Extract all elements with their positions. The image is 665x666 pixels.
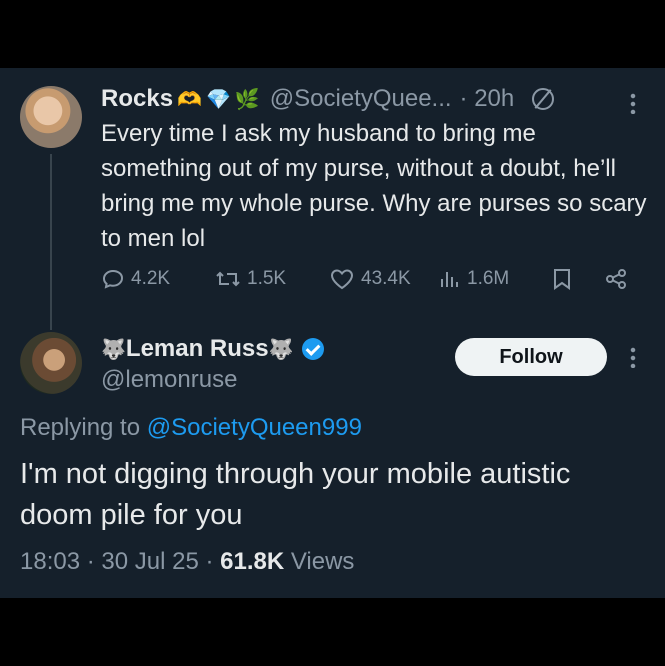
more-options-icon[interactable]	[630, 346, 636, 368]
tweet-meta: 18:03 · 30 Jul 25 · 61.8K Views	[20, 548, 354, 576]
display-name[interactable]: Rocks	[101, 85, 173, 113]
display-name[interactable]: Leman Russ	[126, 335, 269, 363]
more-options-icon[interactable]	[630, 92, 636, 114]
views-button[interactable]: 1.6M	[437, 264, 509, 294]
thread-line	[50, 154, 52, 330]
reply-icon	[102, 269, 124, 289]
bookmark-button[interactable]	[551, 264, 579, 294]
tweet-header: Rocks 🫶 💎 🌿 @SocietyQuee... · 20h	[101, 82, 555, 116]
retweet-button[interactable]: 1.5K	[215, 264, 286, 294]
share-button[interactable]	[604, 264, 634, 294]
reply-count: 4.2K	[131, 268, 171, 289]
user-handle[interactable]: @lemonruse	[101, 366, 237, 394]
gem-emoji-icon: 💎	[205, 88, 231, 111]
tweet-timestamp[interactable]: · 20h	[460, 85, 515, 113]
tweet-card: Rocks 🫶 💎 🌿 @SocietyQuee... · 20h Every …	[0, 68, 665, 598]
herb-emoji-icon: 🌿	[234, 88, 260, 111]
grok-icon[interactable]	[532, 88, 555, 110]
wolf-emoji-icon: 🐺	[101, 338, 126, 361]
views-count: 61.8K	[220, 548, 285, 575]
replying-label: Replying to	[20, 414, 147, 441]
tweet-timestamp[interactable]: 18:03 · 30 Jul 25 ·	[20, 548, 220, 575]
views-label: Views	[284, 548, 355, 575]
user-handle[interactable]: @SocietyQuee...	[270, 85, 452, 113]
tweet-actions: 4.2K 1.5K 43.4K 1.6M	[101, 264, 641, 294]
replying-handle-link[interactable]: @SocietyQueen999	[147, 414, 362, 441]
views-count: 1.6M	[467, 268, 510, 289]
replying-to: Replying to @SocietyQueen999	[20, 414, 362, 442]
like-count: 43.4K	[361, 268, 411, 289]
avatar[interactable]	[20, 332, 82, 394]
heart-hands-emoji-icon: 🫶	[177, 88, 202, 111]
tweet-header: 🐺 Leman Russ 🐺	[101, 332, 324, 366]
heart-icon	[330, 269, 354, 290]
avatar[interactable]	[20, 86, 82, 148]
verified-badge-icon	[301, 338, 324, 360]
share-icon	[606, 269, 626, 289]
reply-button[interactable]: 4.2K	[101, 264, 170, 294]
bookmark-icon	[554, 269, 570, 290]
follow-button[interactable]: Follow	[455, 338, 607, 376]
tweet-text: I'm not digging through your mobile auti…	[20, 458, 571, 531]
like-button[interactable]: 43.4K	[329, 264, 411, 294]
wolf-emoji-icon: 🐺	[268, 338, 294, 361]
tweet-text: Every time I ask my husband to bring me …	[101, 120, 647, 252]
bar-chart-icon	[441, 272, 458, 287]
retweet-count: 1.5K	[247, 268, 287, 289]
retweet-icon	[216, 271, 240, 287]
